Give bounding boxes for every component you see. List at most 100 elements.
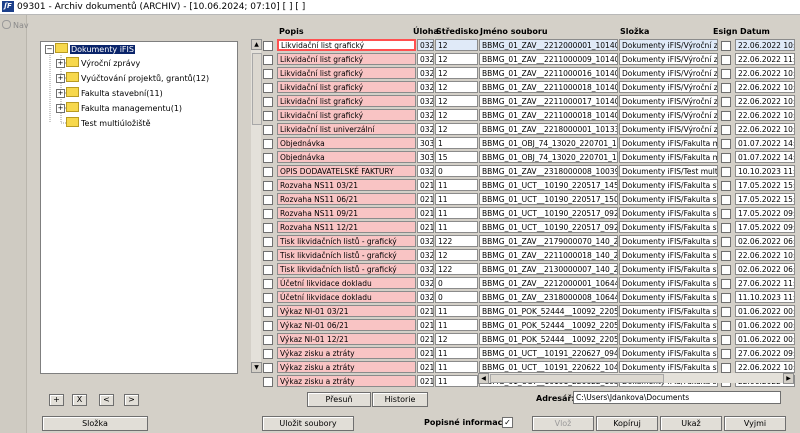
vertical-scrollbar[interactable]: ▲ ▼: [251, 39, 262, 373]
cell-datum[interactable]: 17.05.2022 15:0: [735, 193, 795, 205]
cell-popis[interactable]: Účetní likvidace dokladu: [277, 277, 416, 289]
cell-uloha[interactable]: 032: [417, 263, 434, 275]
cell-stredisko[interactable]: 11: [435, 193, 478, 205]
cell-slozka[interactable]: Dokumenty iFIS/Fakulta stave: [619, 235, 718, 247]
tree-node-test-multiuloziste[interactable]: Test multiúložiště: [66, 117, 151, 130]
cell-slozka[interactable]: Dokumenty iFIS/Fakulta stave: [619, 333, 718, 345]
esign-checkbox[interactable]: [721, 41, 731, 51]
cell-stredisko[interactable]: 11: [435, 305, 478, 317]
cell-slozka[interactable]: Dokumenty iFIS/Fakulta stave: [619, 221, 718, 233]
esign-checkbox[interactable]: [721, 83, 731, 93]
cell-popis[interactable]: Výkaz NI-01 12/21: [277, 333, 416, 345]
expand-icon[interactable]: +: [56, 59, 65, 68]
cell-popis[interactable]: Výkaz zisku a ztráty: [277, 361, 416, 373]
cell-slozka[interactable]: Dokumenty iFIS/Výroční zprá: [619, 39, 718, 51]
table-row[interactable]: Výkaz NI-01 12/21 021 12 BBMG_01_POK_52444_…: [263, 333, 797, 346]
cell-stredisko[interactable]: 12: [435, 67, 478, 79]
table-row[interactable]: Účetní likvidace dokladu 032 0 BBMG_01_ZAV_…: [263, 277, 797, 290]
cell-uloha[interactable]: 021: [417, 361, 434, 373]
esign-checkbox[interactable]: [721, 209, 731, 219]
cell-popis[interactable]: Objednávka: [277, 137, 416, 149]
table-row[interactable]: OPIS DODAVATELSKÉ FAKTURY 032 0 BBMG_01_ZAV…: [263, 165, 797, 178]
cell-popis[interactable]: Výkaz zisku a ztráty: [277, 347, 416, 359]
table-row[interactable]: Výkaz NI-01 06/21 021 11 BBMG_01_POK_52444_…: [263, 319, 797, 332]
cell-stredisko[interactable]: 12: [435, 249, 478, 261]
cell-jmeno-souboru[interactable]: BBMG_01_UCT__10191_220622_10423: [479, 361, 618, 373]
cell-popis[interactable]: Rozvaha NS11 09/21: [277, 207, 416, 219]
cell-jmeno-souboru[interactable]: BBMG_01_POK_52444__10092_220503: [479, 319, 618, 331]
scroll-left-icon[interactable]: ◀: [478, 373, 489, 384]
cell-stredisko[interactable]: 12: [435, 109, 478, 121]
cell-popis[interactable]: Účetní likvidace dokladu: [277, 291, 416, 303]
cell-datum[interactable]: 27.06.2022 09:4: [735, 347, 795, 359]
table-row[interactable]: Tisk likvidačních listů - grafický 032 122…: [263, 235, 797, 248]
column-header-jmeno-souboru[interactable]: Jméno souboru: [480, 27, 548, 36]
cell-stredisko[interactable]: 0: [435, 277, 478, 289]
esign-checkbox[interactable]: [721, 363, 731, 373]
cell-stredisko[interactable]: 0: [435, 165, 478, 177]
row-select-checkbox[interactable]: [263, 321, 273, 331]
cell-popis[interactable]: Likvidační list univerzální: [277, 123, 416, 135]
cell-uloha[interactable]: 303: [417, 137, 434, 149]
row-select-checkbox[interactable]: [263, 55, 273, 65]
table-row[interactable]: Likvidační list univerzální 032 12 BBMG_01_…: [263, 123, 797, 136]
row-select-checkbox[interactable]: [263, 83, 273, 93]
cell-datum[interactable]: 22.06.2022 10:5: [735, 249, 795, 261]
table-row[interactable]: Objednávka 303 15 BBMG_01_OBJ_74_13020_2207…: [263, 151, 797, 164]
cell-popis[interactable]: Tisk likvidačních listů - grafický: [277, 263, 416, 275]
cell-stredisko[interactable]: 11: [435, 207, 478, 219]
cell-slozka[interactable]: Dokumenty iFIS/Fakulta stave: [619, 179, 718, 191]
esign-checkbox[interactable]: [721, 69, 731, 79]
cell-stredisko[interactable]: 12: [435, 53, 478, 65]
cell-uloha[interactable]: 032: [417, 123, 434, 135]
cell-jmeno-souboru[interactable]: BBMG_01_UCT__10190_220517_14511: [479, 179, 618, 191]
cell-stredisko[interactable]: 12: [435, 333, 478, 345]
cell-slozka[interactable]: Dokumenty iFIS/Výroční zprá: [619, 53, 718, 65]
cell-datum[interactable]: 01.06.2022 00:0: [735, 305, 795, 317]
cell-slozka[interactable]: Dokumenty iFIS/Fakulta stave: [619, 249, 718, 261]
row-select-checkbox[interactable]: [263, 181, 273, 191]
cell-slozka[interactable]: Dokumenty iFIS/Fakulta stave: [619, 263, 718, 275]
cell-popis[interactable]: Výkaz NI-01 06/21: [277, 319, 416, 331]
move-right-button[interactable]: >: [124, 394, 139, 406]
cell-stredisko[interactable]: 15: [435, 151, 478, 163]
cell-popis[interactable]: Objednávka: [277, 151, 416, 163]
cell-datum[interactable]: 02.06.2022 06:1: [735, 263, 795, 275]
esign-checkbox[interactable]: [721, 111, 731, 121]
cell-popis[interactable]: Likvidační list grafický: [277, 109, 416, 121]
cell-uloha[interactable]: 021: [417, 305, 434, 317]
cell-datum[interactable]: 22.06.2022 10:5: [735, 95, 795, 107]
cell-stredisko[interactable]: 0: [435, 291, 478, 303]
esign-checkbox[interactable]: [721, 265, 731, 275]
cell-stredisko[interactable]: 122: [435, 263, 478, 275]
cell-datum[interactable]: 22.06.2022 10:5: [735, 81, 795, 93]
cell-stredisko[interactable]: 11: [435, 347, 478, 359]
cell-uloha[interactable]: 021: [417, 347, 434, 359]
cell-slozka[interactable]: Dokumenty iFIS/Fakulta stave: [619, 291, 718, 303]
column-header-stredisko[interactable]: Středisko: [436, 27, 479, 36]
cell-stredisko[interactable]: 11: [435, 221, 478, 233]
cell-datum[interactable]: 17.05.2022 09:2: [735, 207, 795, 219]
cell-uloha[interactable]: 021: [417, 179, 434, 191]
cell-jmeno-souboru[interactable]: BBMG_01_UCT__10191_220627_09453: [479, 347, 618, 359]
cell-jmeno-souboru[interactable]: BBMG_01_POK_52444__10092_220503: [479, 333, 618, 345]
vloz-button[interactable]: Vlož: [532, 416, 594, 431]
esign-checkbox[interactable]: [721, 237, 731, 247]
table-row[interactable]: Likvidační list grafický 032 12 BBMG_01_ZAV…: [263, 67, 797, 80]
cell-popis[interactable]: Likvidační list grafický: [277, 67, 416, 79]
vyjmi-button[interactable]: Vyjmi: [724, 416, 786, 431]
esign-checkbox[interactable]: [721, 293, 731, 303]
cell-stredisko[interactable]: 12: [435, 95, 478, 107]
cell-popis[interactable]: Tisk likvidačních listů - grafický: [277, 235, 416, 247]
table-row[interactable]: Likvidační list grafický 032 12 BBMG_01_ZAV…: [263, 81, 797, 94]
cell-popis[interactable]: Likvidační list grafický: [277, 81, 416, 93]
cell-datum[interactable]: 22.06.2022 10:2: [735, 39, 795, 51]
cell-jmeno-souboru[interactable]: BBMG_01_OBJ_74_13020_220701_143: [479, 137, 618, 149]
move-left-button[interactable]: <: [99, 394, 114, 406]
cell-uloha[interactable]: 032: [417, 95, 434, 107]
table-row[interactable]: Účetní likvidace dokladu 032 0 BBMG_01_ZAV_…: [263, 291, 797, 304]
row-select-checkbox[interactable]: [263, 97, 273, 107]
adresar-input[interactable]: C:\Users\Jdankova\Documents: [573, 391, 781, 404]
cell-slozka[interactable]: Dokumenty iFIS/Fakulta stave: [619, 347, 718, 359]
table-row[interactable]: Rozvaha NS11 03/21 021 11 BBMG_01_UCT__1019…: [263, 179, 797, 192]
